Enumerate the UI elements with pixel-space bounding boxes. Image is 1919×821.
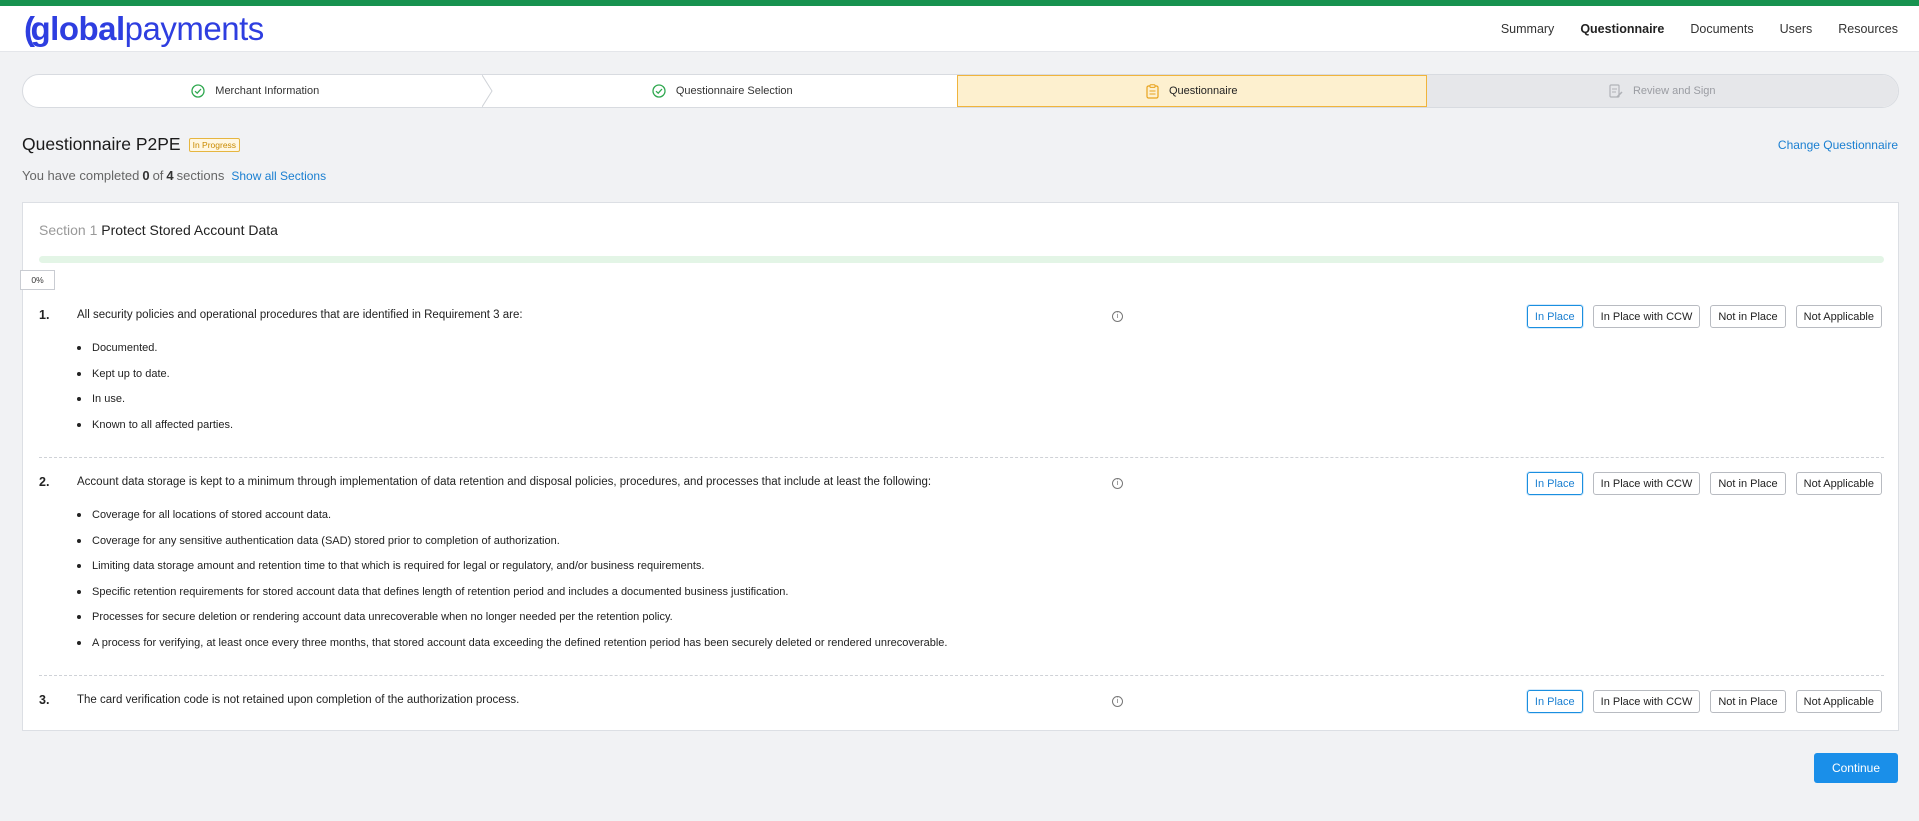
nav-users[interactable]: Users	[1780, 22, 1813, 36]
step-chevron-separator	[481, 75, 493, 107]
section-name: Protect Stored Account Data	[101, 222, 278, 238]
section-title: Section 1 Protect Stored Account Data	[39, 222, 278, 238]
show-all-sections-link[interactable]: Show all Sections	[231, 169, 326, 183]
section-card: Section 1 Protect Stored Account Data 0%…	[20, 202, 1899, 731]
list-item: Coverage for any sensitive authenticatio…	[77, 534, 947, 560]
nav-resources[interactable]: Resources	[1838, 22, 1898, 36]
question-text: All security policies and operational pr…	[77, 309, 523, 321]
step-review-and-sign: Review and Sign	[1426, 75, 1898, 107]
option-not-applicable[interactable]: Not Applicable	[1795, 472, 1882, 495]
section-progress-bar	[39, 256, 1884, 263]
info-icon[interactable]: i	[1112, 311, 1123, 322]
completed-count: 0	[142, 168, 150, 183]
option-in-place-with-ccw[interactable]: In Place with CCW	[1592, 305, 1701, 328]
option-in-place[interactable]: In Place	[1526, 305, 1583, 328]
question-divider	[39, 457, 1884, 458]
continue-button[interactable]: Continue	[1814, 753, 1898, 783]
change-questionnaire-link[interactable]: Change Questionnaire	[1778, 138, 1898, 152]
answer-options: In Place In Place with CCW Not in Place …	[1526, 305, 1882, 328]
question-text: The card verification code is not retain…	[77, 694, 520, 706]
option-not-in-place[interactable]: Not in Place	[1710, 690, 1786, 713]
completion-sections-word: sections	[176, 168, 225, 183]
list-item: Processes for secure deletion or renderi…	[77, 610, 947, 636]
list-item: Limiting data storage amount and retenti…	[77, 559, 947, 585]
total-count: 4	[166, 168, 174, 183]
section-progress-percent: 0%	[20, 270, 55, 290]
completion-prefix: You have completed	[22, 168, 140, 183]
page-title: Questionnaire P2PE	[22, 134, 181, 154]
progress-stepper: Merchant Information Questionnaire Selec…	[22, 74, 1899, 108]
completion-of: of	[152, 168, 164, 183]
option-in-place-with-ccw[interactable]: In Place with CCW	[1592, 690, 1701, 713]
logo-light-text: payments	[124, 10, 265, 47]
status-badge: In Progress	[188, 137, 241, 152]
answer-options: In Place In Place with CCW Not in Place …	[1526, 690, 1882, 713]
option-in-place[interactable]: In Place	[1526, 690, 1583, 713]
option-not-in-place[interactable]: Not in Place	[1710, 472, 1786, 495]
step-label: Questionnaire	[1169, 85, 1238, 97]
list-item: Coverage for all locations of stored acc…	[77, 508, 947, 534]
page-title-row: Questionnaire P2PE In Progress	[22, 134, 241, 155]
option-in-place-with-ccw[interactable]: In Place with CCW	[1592, 472, 1701, 495]
global-payments-logo[interactable]: (global payments	[24, 9, 264, 49]
option-not-applicable[interactable]: Not Applicable	[1795, 690, 1882, 713]
option-in-place[interactable]: In Place	[1526, 472, 1583, 495]
check-circle-icon	[191, 84, 205, 98]
nav-questionnaire[interactable]: Questionnaire	[1580, 22, 1664, 36]
option-not-applicable[interactable]: Not Applicable	[1795, 305, 1882, 328]
question-number: 2.	[39, 475, 50, 489]
list-item: Specific retention requirements for stor…	[77, 585, 947, 611]
list-item: Kept up to date.	[77, 367, 233, 393]
step-label: Questionnaire Selection	[675, 85, 793, 97]
list-item: Documented.	[77, 341, 233, 367]
list-item: In use.	[77, 392, 233, 418]
list-item: A process for verifying, at least once e…	[77, 636, 947, 662]
list-item: Known to all affected parties.	[77, 418, 233, 444]
bullet-list: Coverage for all locations of stored acc…	[77, 508, 947, 661]
info-icon[interactable]: i	[1112, 478, 1123, 489]
answer-options: In Place In Place with CCW Not in Place …	[1526, 472, 1882, 495]
bullet-list: Documented. Kept up to date. In use. Kno…	[77, 341, 233, 443]
step-label: Merchant Information	[215, 85, 320, 97]
step-questionnaire[interactable]: Questionnaire	[957, 75, 1427, 107]
check-circle-icon	[652, 84, 666, 98]
document-sign-icon	[1609, 83, 1623, 99]
step-questionnaire-selection[interactable]: Questionnaire Selection	[488, 75, 958, 107]
clipboard-icon	[1146, 83, 1159, 99]
step-merchant-information[interactable]: Merchant Information	[23, 75, 493, 107]
logo-bold-text: global	[30, 10, 126, 47]
question-number: 3.	[39, 693, 50, 707]
nav-summary[interactable]: Summary	[1501, 22, 1554, 36]
option-not-in-place[interactable]: Not in Place	[1710, 305, 1786, 328]
question-number: 1.	[39, 308, 50, 322]
app-header: (global payments Summary Questionnaire Do…	[0, 6, 1919, 52]
step-label: Review and Sign	[1632, 85, 1716, 97]
info-icon[interactable]: i	[1112, 696, 1123, 707]
completion-summary: You have completed 0 of 4 sections Show …	[22, 168, 326, 183]
nav-documents[interactable]: Documents	[1690, 22, 1753, 36]
question-divider	[39, 675, 1884, 676]
question-text: Account data storage is kept to a minimu…	[77, 476, 932, 488]
section-number: Section 1	[39, 222, 98, 238]
top-nav: Summary Questionnaire Documents Users Re…	[1475, 6, 1898, 52]
